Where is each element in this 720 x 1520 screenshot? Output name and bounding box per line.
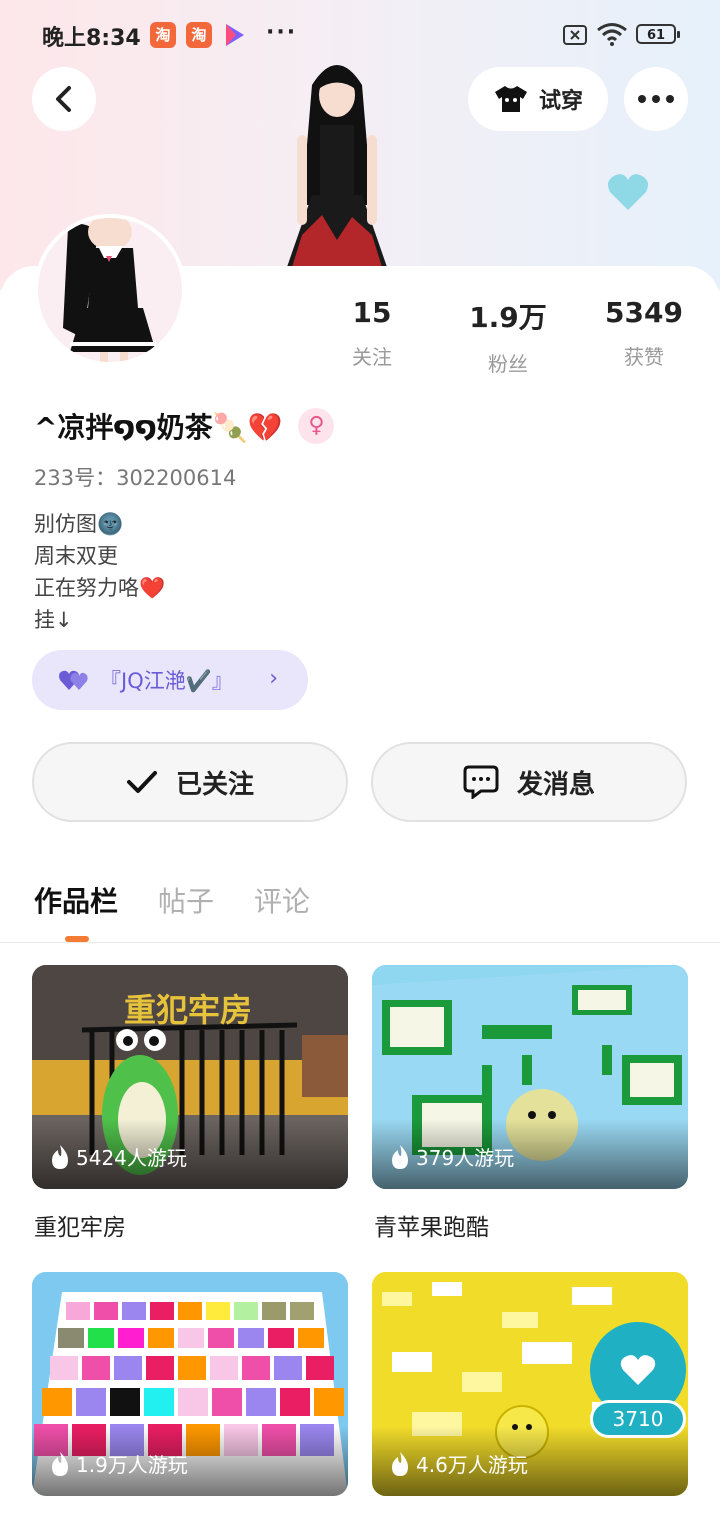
play-count-text: 1.9万人游玩 xyxy=(76,1453,188,1477)
try-on-label: 试穿 xyxy=(538,89,583,114)
like-heart-icon[interactable] xyxy=(606,172,650,216)
stat-followers[interactable]: 1.9万 粉丝 xyxy=(438,296,578,377)
video-app-icon xyxy=(222,22,246,52)
tabs-divider xyxy=(0,942,720,943)
gender-female-icon: ♀ xyxy=(298,408,335,444)
flame-icon xyxy=(392,1451,408,1476)
flame-icon xyxy=(392,1144,408,1169)
game-title[interactable]: 青苹果跑酷 xyxy=(374,1208,489,1242)
game-card[interactable]: 1.9万人游玩 xyxy=(32,1272,348,1496)
bio-line: 挂↓ xyxy=(34,608,73,632)
play-count-text: 5424人游玩 xyxy=(76,1146,187,1170)
taobao-notification-icon: 淘 xyxy=(150,22,176,48)
try-on-button[interactable]: 试穿 xyxy=(468,67,608,131)
send-message-button[interactable]: 发消息 xyxy=(371,742,687,822)
relationship-tag-label: 『JQ江滟✔️』 xyxy=(100,669,233,693)
profile-avatar[interactable] xyxy=(34,214,186,366)
profile-name-row: ^凉拌໑໑奶茶🍡💔 ♀ xyxy=(34,406,335,446)
following-button[interactable]: 已关注 xyxy=(32,742,348,822)
play-count: 379人游玩 xyxy=(390,1142,514,1171)
play-count: 5424人游玩 xyxy=(50,1142,187,1171)
back-button[interactable] xyxy=(32,67,96,131)
chevron-right-icon: › xyxy=(269,666,278,691)
bio-line: 周末双更 xyxy=(34,544,118,568)
stat-likes[interactable]: 5349 获赞 xyxy=(574,296,714,370)
stat-followers-count: 1.9万 xyxy=(469,301,547,334)
double-heart-icon xyxy=(59,670,88,690)
stat-likes-label: 获赞 xyxy=(624,345,664,369)
game-card[interactable]: 379人游玩 xyxy=(372,965,688,1189)
stat-following[interactable]: 15 关注 xyxy=(302,296,442,370)
checkmark-icon xyxy=(126,771,157,793)
stat-following-count: 15 xyxy=(352,296,392,329)
tab-comments[interactable]: 评论 xyxy=(254,880,310,920)
tab-posts[interactable]: 帖子 xyxy=(158,880,214,920)
profile-uid: 233号：302200614 xyxy=(34,466,237,490)
flame-icon xyxy=(52,1451,68,1476)
profile-bio: 别仿图🌚 周末双更 正在努力咯❤️ 挂↓ xyxy=(34,508,165,636)
chat-bubble-icon xyxy=(463,765,499,799)
play-count: 1.9万人游玩 xyxy=(50,1449,188,1478)
battery-indicator: 61 xyxy=(636,24,680,44)
play-count-text: 4.6万人游玩 xyxy=(416,1453,528,1477)
more-options-button[interactable] xyxy=(624,67,688,131)
stat-following-label: 关注 xyxy=(352,345,392,369)
bio-line: 别仿图🌚 xyxy=(34,512,124,536)
floating-like-count: 3710 xyxy=(590,1400,686,1438)
play-count-text: 379人游玩 xyxy=(416,1146,515,1170)
wifi-icon xyxy=(596,22,628,50)
taobao-notification-icon: 淘 xyxy=(186,22,212,48)
content-tabs: 作品栏 帖子 评论 xyxy=(34,880,310,920)
following-label: 已关注 xyxy=(175,769,254,800)
stat-followers-label: 粉丝 xyxy=(488,352,528,376)
tab-works[interactable]: 作品栏 xyxy=(34,880,118,920)
profile-name: ^凉拌໑໑奶茶🍡💔 xyxy=(34,411,283,444)
heart-icon xyxy=(620,1355,656,1385)
bio-line: 正在努力咯❤️ xyxy=(34,576,166,600)
more-notifications-icon: ··· xyxy=(266,20,298,45)
relationship-tag-button[interactable]: 『JQ江滟✔️』 › xyxy=(32,650,308,710)
flame-icon xyxy=(52,1144,68,1169)
stat-likes-count: 5349 xyxy=(605,296,683,329)
avatar-character-image xyxy=(262,55,412,267)
game-title[interactable]: 重犯牢房 xyxy=(34,1208,126,1242)
game-card[interactable]: 重犯牢房 5424人游玩 xyxy=(32,965,348,1189)
send-message-label: 发消息 xyxy=(516,769,595,800)
no-sim-icon xyxy=(562,24,588,50)
game-cover-text: 重犯牢房 xyxy=(124,991,253,1029)
tshirt-icon xyxy=(494,86,527,112)
play-count: 4.6万人游玩 xyxy=(390,1449,528,1478)
chevron-left-icon xyxy=(56,86,71,112)
more-horizontal-icon xyxy=(638,95,674,103)
status-time: 晚上8:34 xyxy=(42,26,141,51)
